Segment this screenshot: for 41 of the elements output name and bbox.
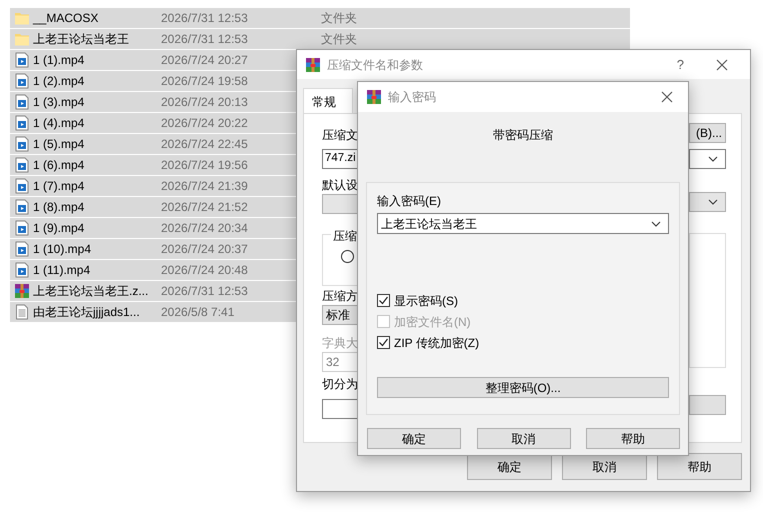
file-name: 1 (1).mp4	[33, 52, 86, 69]
field-label: 字典大	[322, 336, 358, 351]
file-name: 1 (2).mp4	[33, 73, 86, 90]
file-type: 文件夹	[321, 31, 357, 48]
file-name: 1 (5).mp4	[33, 136, 86, 153]
file-date: 2026/7/24 19:58	[161, 73, 248, 90]
file-date: 2026/7/31 12:53	[161, 31, 248, 48]
field-label: 压缩方	[322, 289, 358, 304]
file-name: 1 (7).mp4	[33, 178, 86, 195]
file-date: 2026/7/24 20:37	[161, 241, 248, 258]
dialog-heading: 带密码压缩	[493, 127, 553, 144]
file-date: 2026/7/24 20:22	[161, 115, 248, 132]
file-name: 上老王论坛当老王.z...	[33, 283, 150, 300]
file-name: 1 (10).mp4	[33, 241, 92, 258]
file-date: 2026/5/8 7:41	[161, 304, 234, 321]
file-name: 1 (8).mp4	[33, 199, 86, 216]
file-name: 由老王论坛jjjjads1...	[33, 304, 141, 321]
window-title: 输入密码	[388, 89, 436, 106]
file-name: 上老王论坛当老王	[33, 31, 130, 48]
file-name: __MACOSX	[33, 10, 100, 27]
field-label: 输入密码(E)	[377, 194, 442, 209]
file-name: 1 (11).mp4	[33, 262, 92, 279]
field-label: 压缩文	[322, 128, 358, 143]
file-date: 2026/7/31 12:53	[161, 283, 248, 300]
file-name: 1 (4).mp4	[33, 115, 86, 132]
file-name: 1 (9).mp4	[33, 220, 86, 237]
file-date: 2026/7/24 21:52	[161, 199, 248, 216]
file-date: 2026/7/31 12:53	[161, 10, 248, 27]
field-label: 默认设	[322, 178, 358, 193]
file-date: 2026/7/24 20:13	[161, 94, 248, 111]
file-date: 2026/7/24 21:39	[161, 178, 248, 195]
file-name: 1 (6).mp4	[33, 157, 86, 174]
window-title: 压缩文件名和参数	[327, 56, 423, 74]
file-date: 2026/7/24 22:45	[161, 136, 248, 153]
file-date: 2026/7/24 20:34	[161, 220, 248, 237]
file-date: 2026/7/24 20:48	[161, 262, 248, 279]
file-type: 文件夹	[321, 10, 357, 27]
field-label: 切分为	[322, 377, 358, 392]
file-date: 2026/7/24 19:56	[161, 157, 248, 174]
file-name: 1 (3).mp4	[33, 94, 86, 111]
file-date: 2026/7/24 20:27	[161, 52, 248, 69]
